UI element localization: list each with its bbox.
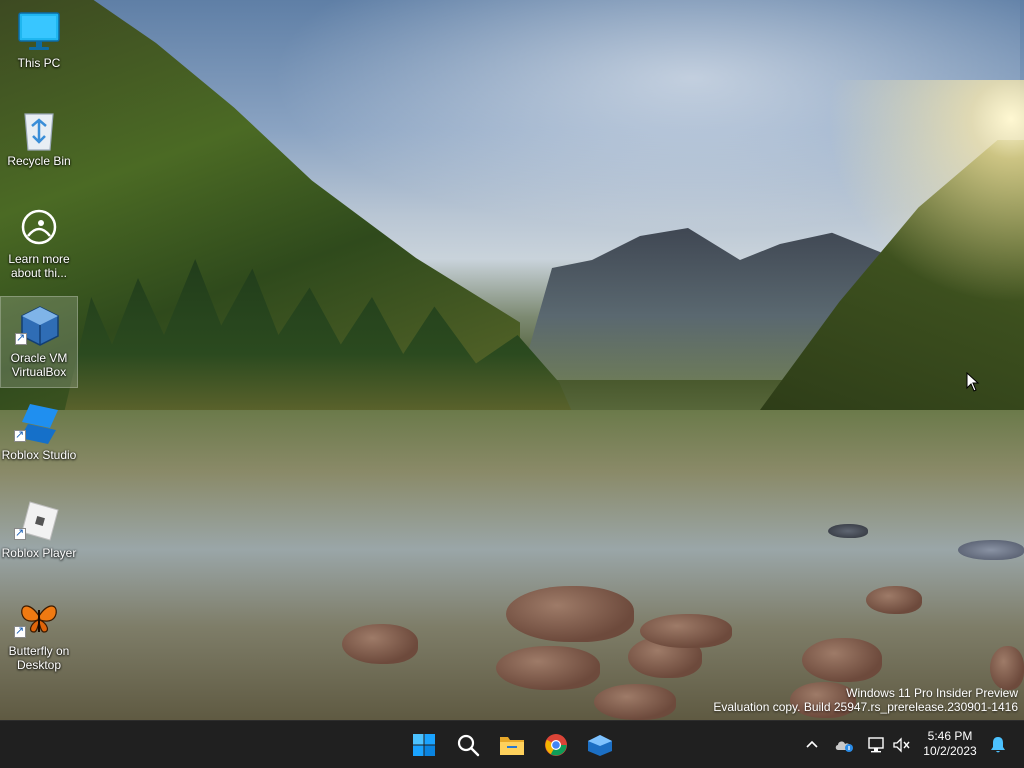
desktop-icon-roblox-studio[interactable]: Roblox Studio [0, 394, 78, 486]
start-button[interactable] [404, 725, 444, 765]
search-icon [457, 734, 480, 757]
desktop-icon-learn-more[interactable]: Learn more about thi... [0, 198, 78, 290]
desktop-icon-virtualbox[interactable]: Oracle VM VirtualBox [0, 296, 78, 388]
shortcut-arrow-icon [14, 428, 26, 442]
watermark-edition: Windows 11 Pro Insider Preview [846, 686, 1018, 700]
desktop-icon-label: Roblox Player [1, 546, 77, 560]
clock-button[interactable]: 5:46 PM 10/2/2023 [916, 729, 984, 759]
monitor-icon [18, 12, 60, 50]
desktop-icon-label: This PC [17, 56, 61, 70]
build-watermark: Windows 11 Pro Insider Preview Evaluatio… [713, 686, 1018, 714]
desktop-icon-label: Roblox Studio [1, 448, 77, 462]
volume-tray-button[interactable] [888, 729, 916, 761]
network-icon [868, 737, 884, 753]
shortcut-arrow-icon [14, 624, 26, 638]
onedrive-icon [835, 741, 853, 752]
shortcut-arrow-icon [15, 331, 27, 345]
chevron-up-icon [806, 740, 818, 748]
show-hidden-icons-button[interactable] [798, 729, 826, 761]
chrome-icon [545, 734, 567, 756]
wallpaper-rock [496, 646, 600, 690]
network-tray-button[interactable] [862, 729, 890, 761]
onedrive-tray-button[interactable] [830, 729, 858, 761]
notifications-button[interactable] [984, 729, 1012, 761]
desktop-wallpaper[interactable] [0, 0, 1024, 720]
desktop-icon-label: Recycle Bin [7, 154, 71, 168]
clock-time: 5:46 PM [927, 729, 973, 743]
desktop-icon-label: Butterfly on Desktop [8, 644, 70, 672]
wallpaper-rock [802, 638, 882, 682]
windows-start-icon [413, 734, 435, 756]
wallpaper-sun [764, 80, 1024, 340]
search-button[interactable] [448, 725, 488, 765]
wallpaper-rock [640, 614, 732, 648]
wallpaper-rock [866, 586, 922, 614]
wallpaper-rock [342, 624, 418, 664]
desktop-icon-recycle-bin[interactable]: Recycle Bin [0, 100, 78, 192]
shortcut-arrow-icon [14, 526, 26, 540]
wallpaper-rock [990, 646, 1024, 690]
volume-muted-icon [893, 737, 910, 753]
virtualbox-taskbar-button[interactable] [580, 725, 620, 765]
virtualbox-icon [588, 735, 612, 756]
taskbar: 5:46 PM 10/2/2023 [0, 720, 1024, 768]
desktop-icon-butterfly[interactable]: Butterfly on Desktop [0, 590, 78, 682]
wallpaper-rock [828, 524, 868, 538]
file-explorer-button[interactable] [492, 725, 532, 765]
desktop-icon-area: This PC Recycle Bin Learn more about thi… [0, 0, 80, 720]
desktop-icon-roblox-player[interactable]: Roblox Player [0, 492, 78, 584]
learn-more-icon [21, 209, 57, 245]
wallpaper-rock [958, 540, 1024, 560]
clock-date: 10/2/2023 [923, 744, 977, 758]
watermark-build: Evaluation copy. Build 25947.rs_prerelea… [713, 700, 1018, 714]
desktop-icon-this-pc[interactable]: This PC [0, 2, 78, 94]
wallpaper-rock [594, 684, 676, 720]
folder-icon [500, 737, 524, 755]
bell-icon [991, 737, 1005, 753]
chrome-button[interactable] [536, 725, 576, 765]
desktop-icon-label: Oracle VM VirtualBox [10, 351, 68, 379]
recycle-bin-icon [24, 113, 54, 151]
desktop-icon-label: Learn more about thi... [8, 252, 70, 280]
wallpaper-rock [506, 586, 634, 642]
mouse-cursor-icon [966, 372, 980, 392]
